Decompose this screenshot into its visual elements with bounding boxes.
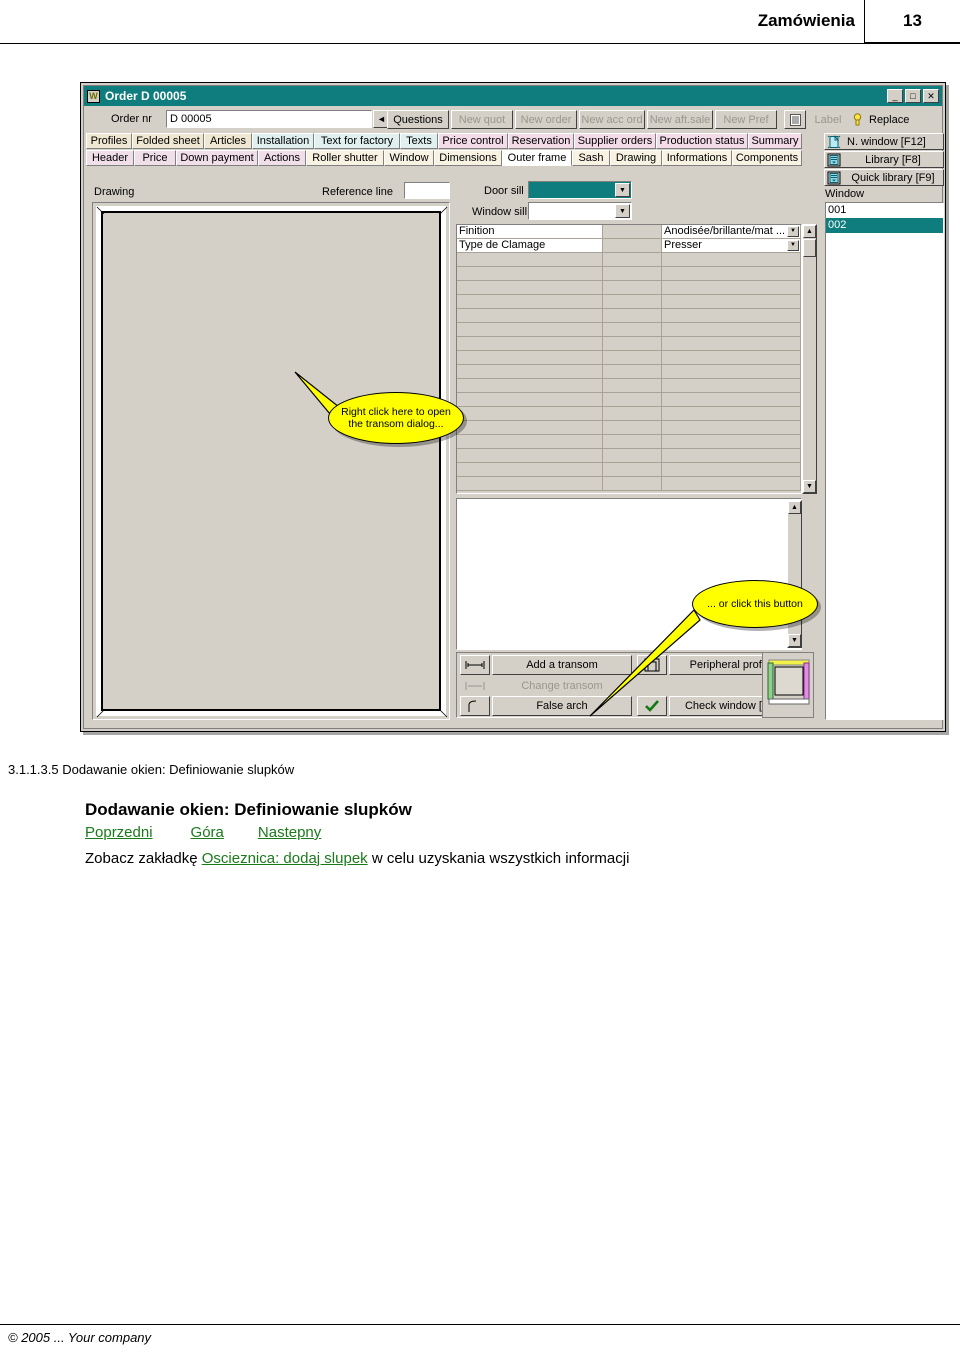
page-header: Zamówienia 13 [0, 0, 960, 44]
header-rule [0, 43, 960, 44]
callout-right-click: Right click here to open the transom dia… [328, 392, 464, 444]
link-oscieznica[interactable]: Oscieznica: dodaj slupek [202, 850, 368, 867]
footer-rule [0, 1324, 960, 1325]
callout-click-button: ... or click this button [692, 580, 818, 628]
document-nav-links: Poprzedni Góra Nastepny [85, 824, 321, 841]
link-up[interactable]: Góra [191, 824, 224, 841]
page-number: 13 [903, 11, 922, 30]
section-number: 3.1.1.3.5 Dodawanie okien: Definiowanie … [8, 762, 295, 777]
application-screenshot: W Order D 00005 _ □ ✕ Order nr D 00005 ◄… [80, 82, 946, 732]
link-previous[interactable]: Poprzedni [85, 824, 153, 841]
nav-spacer-1 [153, 824, 191, 841]
document-heading: Dodawanie okien: Definiowanie slupków [85, 800, 412, 819]
paragraph-after: w celu uzyskania wszystkich informacji [367, 850, 630, 867]
page-title: Zamówienia [757, 11, 855, 30]
footer-text: © 2005 ... Your company [8, 1330, 152, 1345]
page-number-box: 13 [864, 0, 960, 43]
document-paragraph: Zobacz zakładkę Oscieznica: dodaj slupek… [85, 850, 629, 867]
callout-pointers [294, 371, 701, 717]
nav-spacer-2 [224, 824, 258, 841]
paragraph-before: Zobacz zakładkę [85, 850, 202, 867]
link-next[interactable]: Nastepny [258, 824, 321, 841]
